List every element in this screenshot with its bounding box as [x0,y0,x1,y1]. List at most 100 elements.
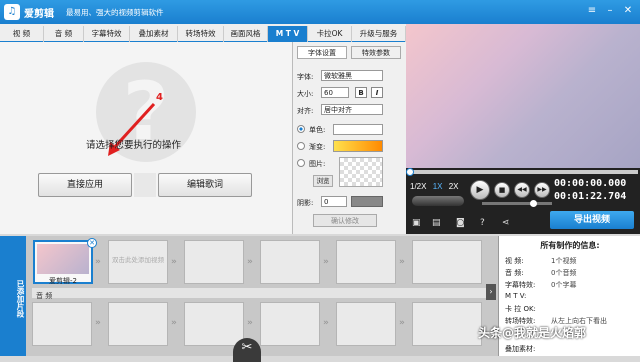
info-value-video: 1个视频 [551,257,577,265]
tab-transition[interactable]: 转场特效 [178,26,224,42]
font-label: 字体: [297,73,314,81]
solid-color-radio[interactable] [297,125,305,133]
tab-style[interactable]: 画面风格 [224,26,268,42]
gradient-label: 渐变: [309,143,326,151]
tab-mtv[interactable]: M T V [268,26,308,42]
info-key-karaoke: 卡 拉 OK: [505,305,536,313]
progress-handle[interactable] [406,168,414,176]
info-value-audio: 0个音频 [551,269,577,277]
speed-normal[interactable]: 1X [433,182,443,191]
shadow-label: 阴影: [297,199,314,207]
info-value-subtitle: 0个字幕 [551,281,577,289]
tab-overlay[interactable]: 叠加素材 [130,26,178,42]
save-icon[interactable]: ◙ [456,218,465,228]
add-video-hint: 双击此处添加视频 [112,256,164,264]
shadow-color-select[interactable] [351,196,383,207]
help-icon[interactable]: ? [480,218,485,228]
chevron-right-icon: » [247,318,253,328]
instruction-text: 请选择您要执行的操作 [86,140,182,151]
speed-half[interactable]: 1/2X [410,182,426,191]
empty-video-slot[interactable] [336,240,396,284]
tab-video[interactable]: 视 频 [0,26,44,42]
folder-icon[interactable]: ▤ [432,218,441,228]
chevron-right-icon: » [95,257,101,267]
jog-wheel[interactable] [412,196,464,206]
gradient-radio[interactable] [297,142,305,150]
chevron-right-icon: » [399,318,405,328]
empty-audio-slot[interactable] [260,302,320,346]
gradient-select[interactable] [333,140,383,152]
empty-audio-slot[interactable] [412,302,482,346]
image-preview [339,157,383,187]
empty-audio-slot[interactable] [32,302,92,346]
image-radio[interactable] [297,159,305,167]
share-icon[interactable]: ⋖ [502,218,510,228]
chevron-right-icon: » [399,257,405,267]
forward-icon[interactable]: ▶▶ [534,182,550,198]
bold-button[interactable]: B [355,87,367,98]
align-label: 对齐: [297,107,314,115]
blank-tile [134,173,156,197]
title-bar: ♫ 爱剪辑 最易用、强大的视频剪辑软件 ≡ – ✕ [0,0,640,24]
play-icon[interactable]: ▶ [470,180,490,200]
size-label: 大小: [297,90,314,98]
collapse-panel-icon[interactable]: › [486,284,496,300]
video-clip[interactable]: 爱剪辑-2 [33,240,93,285]
mtv-editor-panel: ? 4 请选择您要执行的操作 直接应用 编辑歌词 [0,42,292,234]
app-slogan: 最易用、强大的视频剪辑软件 [66,8,164,17]
confirm-button[interactable]: 确认修改 [313,214,377,227]
remove-clip-icon[interactable]: ✕ [87,238,97,248]
empty-video-slot[interactable] [260,240,320,284]
chevron-right-icon: » [247,257,253,267]
empty-video-slot[interactable] [184,240,244,284]
solid-color-select[interactable] [333,124,383,135]
info-key-mtv: M T V: [505,292,527,300]
shadow-select[interactable]: 0 [321,196,347,207]
rewind-icon[interactable]: ◀◀ [514,182,530,198]
export-video-button[interactable]: 导出视频 [550,211,634,229]
image-label: 图片: [309,160,326,168]
speed-double[interactable]: 2X [449,182,459,191]
apply-button[interactable]: 直接应用 [38,173,132,197]
main-tabs: 视 频 音 频 字幕特效 叠加素材 转场特效 画面风格 M T V 卡拉OK 升… [0,24,406,42]
stop-icon[interactable]: ■ [494,182,510,198]
app-logo-icon: ♫ [4,4,20,20]
tab-font-settings[interactable]: 字体设置 [297,46,347,59]
settings-panel: 字体设置 特效参数 字体: 微软雅黑 大小: 60 B I 对齐: 居中对齐 单… [292,42,406,234]
scissors-icon[interactable]: ✂ [233,338,261,362]
tab-effect-params[interactable]: 特效参数 [351,46,401,59]
chevron-right-icon: » [171,318,177,328]
audio-track-label: 音 频 [36,292,53,300]
clip-label: 爱剪辑-2 [49,277,77,285]
menu-icon[interactable]: ≡ [584,3,600,19]
solid-color-label: 单色: [309,126,326,134]
speed-group: 1/2X 1X 2X [410,182,459,191]
edit-lyrics-button[interactable]: 编辑歌词 [158,173,252,197]
font-select[interactable]: 微软雅黑 [321,70,383,81]
browse-button[interactable]: 浏览 [313,175,333,187]
size-select[interactable]: 60 [321,87,349,98]
tab-karaoke[interactable]: 卡拉OK [308,26,352,42]
empty-audio-slot[interactable] [108,302,168,346]
empty-audio-slot[interactable] [336,302,396,346]
minimize-icon[interactable]: – [602,3,618,19]
italic-button[interactable]: I [371,87,383,98]
tab-audio[interactable]: 音 频 [44,26,84,42]
chevron-right-icon: » [323,318,329,328]
close-icon[interactable]: ✕ [620,3,636,19]
empty-audio-slot[interactable] [184,302,244,346]
align-select[interactable]: 居中对齐 [321,104,383,115]
volume-handle[interactable] [530,200,537,207]
empty-video-slot[interactable] [412,240,482,284]
tab-upgrade[interactable]: 升级与服务 [352,26,406,42]
added-clips-label: 已添加片段 [0,236,26,356]
clip-thumbnail [37,244,89,274]
info-title: 所有制作的信息: [540,241,600,250]
snapshot-icon[interactable]: ▣ [412,218,421,228]
tab-subtitle[interactable]: 字幕特效 [84,26,130,42]
volume-track[interactable] [482,202,552,205]
info-key-audio: 音 频: [505,269,524,277]
progress-track[interactable] [408,170,638,174]
chevron-right-icon: » [323,257,329,267]
chevron-right-icon: » [171,257,177,267]
